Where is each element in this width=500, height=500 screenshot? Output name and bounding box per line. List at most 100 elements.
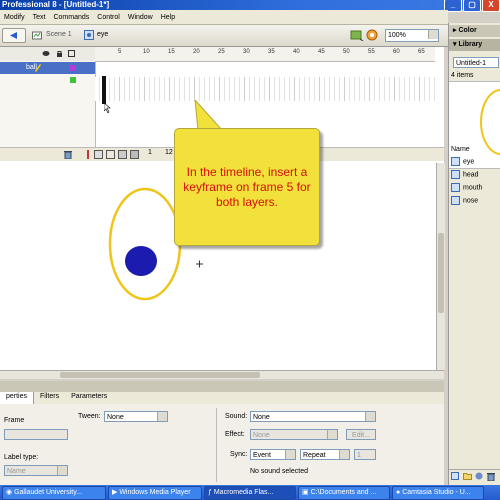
tab-properties[interactable]: perties [0, 392, 35, 404]
library-item[interactable]: eye [451, 157, 499, 166]
edit-multiple-icon[interactable] [118, 150, 127, 161]
effect-value: None [253, 432, 270, 439]
layer-row[interactable]: ball [0, 62, 95, 74]
sound-select[interactable]: None [250, 411, 376, 422]
task-label: Macromedia Flas... [213, 488, 274, 496]
scrollbar-thumb[interactable] [60, 372, 260, 378]
menu-control[interactable]: Control [93, 14, 124, 21]
new-symbol-icon[interactable] [451, 472, 459, 482]
menu-modify[interactable]: Modify [0, 14, 29, 21]
frame-number: 55 [368, 49, 375, 55]
scene-icon [32, 31, 42, 42]
outline-toggle-icon[interactable] [68, 50, 75, 59]
library-header-label: Library [458, 41, 483, 48]
stage-horizontal-scrollbar[interactable] [0, 370, 444, 379]
eye-toggle-icon[interactable] [42, 50, 50, 59]
frame-grid-blocks [95, 77, 435, 101]
repeat-count: 1 [357, 452, 361, 459]
task-label: Camtasia Studio - U... [402, 488, 471, 496]
back-arrow-icon [10, 32, 17, 39]
repeat-select[interactable]: Repeat [300, 449, 350, 460]
document-tab-bar: Scene 1 eye 100% [0, 25, 448, 47]
sync-select[interactable]: Event [250, 449, 296, 460]
new-folder-icon[interactable] [463, 472, 472, 482]
callout-text: In the timeline, insert a keyframe on fr… [183, 164, 311, 209]
library-preview [449, 81, 500, 169]
task-media-player[interactable]: ▶ Windows Media Player [108, 485, 202, 500]
effect-select[interactable]: None [250, 429, 338, 440]
menu-help[interactable]: Help [157, 14, 179, 21]
library-document-select[interactable]: Untitled-1 [453, 57, 499, 68]
task-label: Windows Media Player [119, 488, 191, 496]
frame-number: 40 [293, 49, 300, 55]
symbol-icon [451, 183, 460, 192]
task-flash[interactable]: ƒ Macromedia Flas... [204, 485, 296, 500]
library-item[interactable]: head [451, 170, 479, 179]
menu-text[interactable]: Text [29, 14, 50, 21]
frame-number: 10 [143, 49, 150, 55]
lock-toggle-icon[interactable] [56, 50, 63, 60]
library-item-name: eye [463, 158, 475, 166]
tab-parameters[interactable]: Parameters [65, 392, 113, 404]
frame-ruler[interactable]: 5 10 15 20 25 30 35 40 45 50 55 60 65 [95, 47, 435, 62]
library-item-name: nose [463, 197, 479, 205]
library-item[interactable]: nose [451, 196, 478, 205]
symbol-icon [451, 157, 460, 166]
stage-vertical-scrollbar[interactable] [436, 163, 445, 370]
library-name-column[interactable]: Name [451, 146, 470, 153]
color-panel-header[interactable]: ▸ Color [449, 25, 500, 37]
frame-number: 60 [393, 49, 400, 55]
breadcrumb-scene[interactable]: Scene 1 [46, 31, 72, 38]
label-type-label: Label type: [4, 454, 39, 461]
frame-name-input[interactable] [4, 429, 68, 440]
menu-window[interactable]: Window [124, 14, 157, 21]
properties-icon[interactable] [475, 472, 483, 482]
task-camtasia[interactable]: ● Camtasia Studio - U... [392, 485, 484, 500]
edit-symbols-icon[interactable] [366, 29, 380, 43]
layer-header [0, 47, 95, 61]
onion-outline-icon[interactable] [106, 150, 115, 161]
trash-icon[interactable] [487, 472, 495, 483]
onion-skin-icon[interactable] [94, 150, 103, 161]
frame-number: 45 [318, 49, 325, 55]
symbol-icon [451, 196, 460, 205]
trash-icon[interactable] [64, 150, 72, 161]
scrollbar-thumb[interactable] [438, 233, 444, 313]
library-document-value: Untitled-1 [456, 60, 486, 67]
chevron-down-icon [57, 466, 67, 475]
repeat-count-input[interactable]: 1 [354, 449, 376, 460]
frame-rate: 12 [165, 149, 173, 156]
properties-header[interactable] [0, 381, 444, 392]
divider [216, 408, 217, 482]
library-item[interactable]: mouth [451, 183, 482, 192]
sync-value: Event [253, 452, 271, 459]
center-frame-icon[interactable] [84, 150, 92, 161]
library-item-name: head [463, 171, 479, 179]
label-type-select[interactable]: Name [4, 465, 68, 476]
chevron-down-icon [157, 412, 167, 421]
tween-value: None [107, 414, 124, 421]
task-gallaudet[interactable]: ◉ Gallaudet University... [2, 485, 106, 500]
maximize-button[interactable]: ▢ [463, 0, 481, 12]
chevron-down-icon [339, 450, 349, 459]
frame-number: 25 [218, 49, 225, 55]
back-button[interactable] [2, 28, 26, 43]
playhead[interactable] [102, 76, 106, 104]
task-label: Gallaudet University... [14, 488, 83, 496]
close-button[interactable]: X [482, 0, 500, 12]
frame-number: 35 [268, 49, 275, 55]
window-controls: _ ▢ X [443, 0, 500, 12]
tab-filters[interactable]: Filters [34, 392, 65, 404]
zoom-select[interactable]: 100% [385, 29, 439, 42]
library-panel-header[interactable]: ▾ Library [449, 39, 500, 51]
breadcrumb-symbol[interactable]: eye [97, 31, 108, 38]
edit-button[interactable]: Edit... [346, 429, 376, 440]
task-documents[interactable]: ▣ C:\Documents and ... [298, 485, 390, 500]
layer-row[interactable] [0, 74, 95, 86]
modify-markers-icon[interactable] [130, 150, 139, 161]
menu-commands[interactable]: Commands [49, 14, 93, 21]
cursor-icon [103, 102, 112, 115]
chevron-down-icon [327, 430, 337, 439]
edit-scene-icon[interactable] [350, 29, 364, 43]
tween-select[interactable]: None [104, 411, 168, 422]
